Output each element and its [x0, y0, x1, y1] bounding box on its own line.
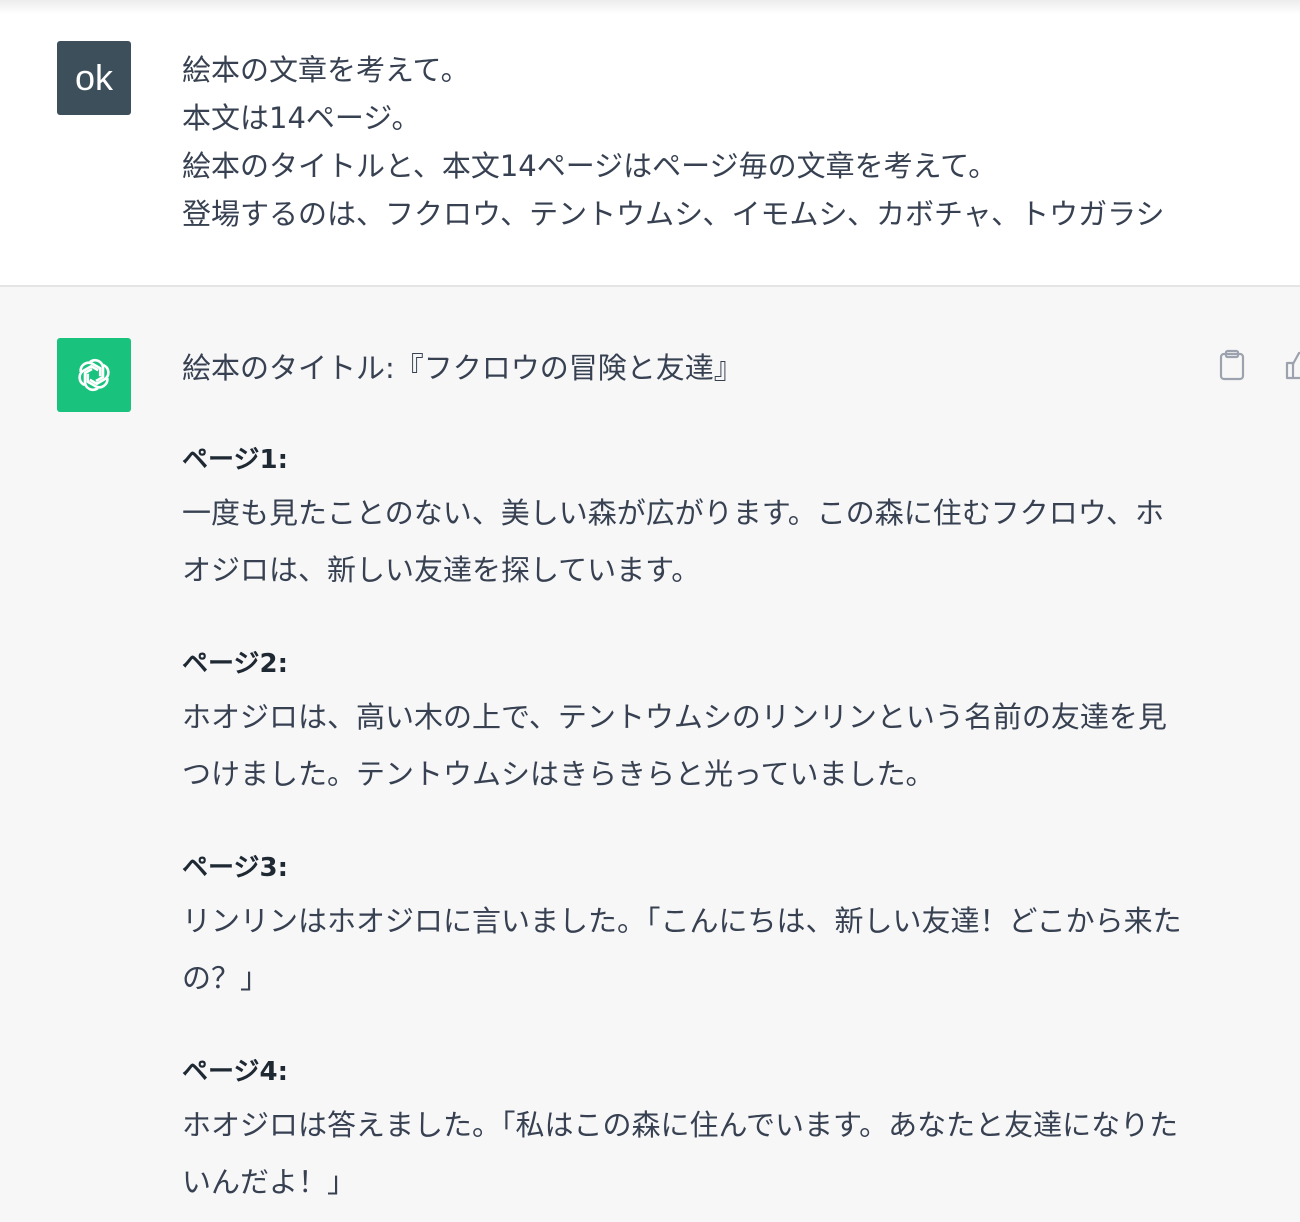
chat-thread: ok 絵本の文章を考えて。 本文は14ページ。 絵本のタイトルと、本文14ページ… [0, 0, 1300, 1222]
page-body: リンリンはホオジロに言いました。「こんにちは、新しい友達！どこから来たの？」 [182, 904, 1182, 995]
story-page: ページ1: 一度も見たことのない、美しい森が広がります。この森に住むフクロウ、ホ… [182, 435, 1192, 599]
page-body: ホオジロは答えました。「私はこの森に住んでいます。あなたと友達になりたいんだよ！… [182, 1108, 1179, 1199]
page-heading: ページ4: [182, 1057, 288, 1087]
user-message-text: 絵本の文章を考えて。 本文は14ページ。 絵本のタイトルと、本文14ページはペー… [182, 46, 1165, 238]
page-heading: ページ1: [182, 445, 288, 475]
message-actions [1212, 345, 1300, 385]
story-page: ページ4: ホオジロは答えました。「私はこの森に住んでいます。あなたと友達になり… [182, 1047, 1192, 1211]
story-title: 絵本のタイトル:『フクロウの冒険と友達』 [182, 351, 743, 385]
thumbs-up-icon [1285, 351, 1300, 380]
user-message-line: 本文は14ページ。 [182, 101, 421, 135]
clipboard-icon [1219, 349, 1245, 381]
page-heading: ページ2: [182, 649, 288, 679]
story-page: ページ3: リンリンはホオジロに言いました。「こんにちは、新しい友達！どこから来… [182, 843, 1192, 1007]
user-message: ok 絵本の文章を考えて。 本文は14ページ。 絵本のタイトルと、本文14ページ… [0, 0, 1300, 287]
assistant-message: 絵本のタイトル:『フクロウの冒険と友達』 ページ1: 一度も見たことのない、美し… [0, 289, 1300, 1222]
page-body: ホオジロは、高い木の上で、テントウムシのリンリンという名前の友達を見つけました。… [182, 700, 1167, 791]
page-body: 一度も見たことのない、美しい森が広がります。この森に住むフクロウ、ホオジロは、新… [182, 496, 1164, 587]
user-message-line: 絵本の文章を考えて。 [182, 53, 470, 87]
page-heading: ページ3: [182, 853, 288, 883]
user-avatar-text: ok [74, 57, 114, 98]
story-page: ページ2: ホオジロは、高い木の上で、テントウムシのリンリンという名前の友達を見… [182, 639, 1192, 803]
copy-button[interactable] [1212, 345, 1252, 385]
assistant-message-content: 絵本のタイトル:『フクロウの冒険と友達』 ページ1: 一度も見たことのない、美し… [182, 345, 1192, 1211]
user-avatar: ok [57, 41, 131, 115]
user-message-line: 登場するのは、フクロウ、テントウムシ、イモムシ、カボチャ、トウガラシ [182, 197, 1165, 231]
openai-logo-icon [78, 359, 110, 391]
user-message-line: 絵本のタイトルと、本文14ページはページ毎の文章を考えて。 [182, 149, 998, 183]
like-button[interactable] [1280, 345, 1300, 385]
assistant-avatar [57, 338, 131, 412]
